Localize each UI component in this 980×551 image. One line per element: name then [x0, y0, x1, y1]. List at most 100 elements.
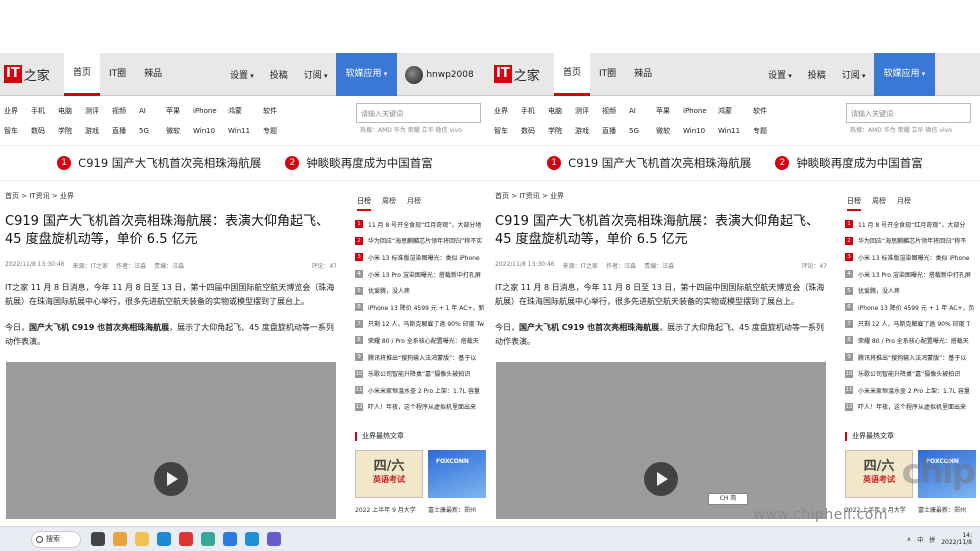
tray-chevron-icon[interactable]: ∧ — [907, 536, 911, 543]
cat-link[interactable]: 电脑 — [58, 106, 85, 116]
cat-link[interactable]: AI — [139, 107, 166, 115]
edge-icon[interactable] — [245, 532, 259, 546]
rank-list-item[interactable]: 4 小米 13 Pro 渲染图曝光：搭载新中打孔屏 — [355, 266, 484, 283]
search-input[interactable]: 请输入关键词 — [846, 103, 971, 123]
task-view-icon[interactable] — [91, 532, 105, 546]
breadcrumb[interactable]: 首页 > IT资讯 > 业界 — [5, 191, 74, 201]
file-explorer-icon[interactable] — [135, 532, 149, 546]
cat-link[interactable]: 电脑 — [548, 106, 575, 116]
cat-link[interactable]: 5G — [629, 127, 656, 135]
rank-list-item[interactable]: 10 乐歌公司智能升降桌“嘉”摄像头被拍识 — [355, 365, 484, 382]
rank-list-item[interactable]: 11 小米米家恒温水壶 2 Pro 上架：1.7L 容量 — [355, 382, 484, 399]
nav-it-circle[interactable]: IT圈 — [590, 53, 625, 96]
cat-link[interactable]: Win11 — [718, 127, 753, 135]
cat-link[interactable]: 手机 — [521, 106, 548, 116]
app-icon[interactable] — [201, 532, 215, 546]
rank-list-item[interactable]: 7 只剩 12 人，马斯克解雇了逾 90% 印度 T — [845, 316, 974, 333]
app-icon[interactable] — [223, 532, 237, 546]
nav-settings[interactable]: 设置 — [222, 68, 262, 81]
apps-button[interactable]: 软媒应用 — [873, 53, 936, 96]
rank-list-item[interactable]: 1 11 月 8 号开全食现“红月奇观”，大部分地 — [355, 216, 484, 233]
rank-list-item[interactable]: 5 优爱腾，没人疼 — [845, 282, 974, 299]
nav-home[interactable]: 首页 — [554, 53, 591, 96]
cat-link[interactable]: 业界 — [494, 106, 521, 116]
rank-list-item[interactable]: 6 iPhone 13 降价 4599 元 + 1 年 AC+，负 — [845, 299, 974, 316]
cat-link[interactable]: 游戏 — [85, 126, 112, 136]
cat-link[interactable]: 手机 — [31, 106, 58, 116]
video-player[interactable] — [6, 362, 336, 519]
cat-link[interactable]: 数码 — [31, 126, 58, 136]
rank-list-item[interactable]: 3 小米 13 标准版渲染图曝光：类似 iPhone — [845, 249, 974, 266]
cat-link[interactable]: 智车 — [4, 126, 31, 136]
cat-link[interactable]: 业界 — [4, 106, 31, 116]
edge-icon[interactable] — [157, 532, 171, 546]
rank-list-item[interactable]: 5 优爱腾，没人疼 — [355, 282, 484, 299]
cat-link[interactable]: 直播 — [602, 126, 629, 136]
rank-list-item[interactable]: 8 荣耀 80 / Pro 全系核心配置曝光：搭载天 — [355, 332, 484, 349]
rank-list-item[interactable]: 12 吓人！年夜，这个程序从虚拟机里面出来 — [845, 399, 974, 416]
rank-list-item[interactable]: 9 腾讯将推出“搜狗输入法鸿蒙版”：基于以 — [845, 349, 974, 366]
cat-link[interactable]: 微软 — [166, 126, 193, 136]
hot-searches[interactable]: 热搜：AMD 华为 荣耀 立华 微信 vivo — [360, 125, 462, 134]
tab-daily[interactable]: 日榜 — [357, 196, 371, 211]
cat-link[interactable]: Win10 — [683, 127, 718, 135]
tab-weekly[interactable]: 周榜 — [872, 196, 886, 211]
tray-language[interactable]: 中 — [917, 535, 923, 544]
rank-list-item[interactable]: 4 小米 13 Pro 渲染图曝光：搭载新中打孔屏 — [845, 266, 974, 283]
cat-link[interactable]: 鸿蒙 — [228, 106, 263, 116]
rank-list-item[interactable]: 3 小米 13 标准版渲染图曝光：类似 iPhone — [355, 249, 484, 266]
headline-item[interactable]: 2 钟睒睒再度成为中国首富 — [285, 155, 433, 171]
cat-link[interactable]: 软件 — [263, 106, 290, 116]
app-icon[interactable] — [113, 532, 127, 546]
cat-link[interactable]: AI — [629, 107, 656, 115]
nav-it-circle[interactable]: IT圈 — [100, 53, 135, 96]
breadcrumb[interactable]: 首页 > IT资讯 > 业界 — [495, 191, 564, 201]
nav-subscribe[interactable]: 订阅 — [296, 68, 336, 81]
app-icon[interactable] — [267, 532, 281, 546]
cat-link[interactable]: 直播 — [112, 126, 139, 136]
thumbnail-foxconn[interactable]: FOXCONN — [428, 450, 486, 498]
cat-link[interactable]: 测评 — [85, 106, 112, 116]
play-icon[interactable] — [154, 462, 188, 496]
comment-count[interactable]: 评论：47 — [801, 261, 827, 270]
thumbnail-exam[interactable]: 四/六 英语考试 — [355, 450, 423, 498]
cat-link[interactable]: 微软 — [656, 126, 683, 136]
cat-link[interactable]: 智车 — [494, 126, 521, 136]
cat-link[interactable]: 专题 — [263, 126, 290, 136]
rank-list-item[interactable]: 8 荣耀 80 / Pro 全系核心配置曝光：搭载天 — [845, 332, 974, 349]
cat-link[interactable]: Win11 — [228, 127, 263, 135]
taskbar-search[interactable]: 搜索 — [31, 530, 81, 548]
cat-link[interactable]: 专题 — [753, 126, 780, 136]
ithome-logo[interactable]: IT 之家 — [4, 64, 50, 84]
cat-link[interactable]: 苹果 — [656, 106, 683, 116]
nav-submit[interactable]: 投稿 — [262, 68, 296, 81]
video-player[interactable] — [496, 362, 826, 519]
tab-monthly[interactable]: 月榜 — [897, 196, 911, 211]
apps-button[interactable]: 软媒应用 — [335, 53, 398, 96]
nav-subscribe[interactable]: 订阅 — [834, 68, 874, 81]
rank-list-item[interactable]: 6 iPhone 13 降价 4599 元 + 1 年 AC+，新 — [355, 299, 484, 316]
cat-link[interactable]: Win10 — [193, 127, 228, 135]
rank-list-item[interactable]: 11 小米米家恒温水壶 2 Pro 上架：1.7L 容量 — [845, 382, 974, 399]
cat-link[interactable]: 5G — [139, 127, 166, 135]
rank-list-item[interactable]: 9 腾讯将推出“搜狗输入法鸿蒙版”：基于以 — [355, 349, 484, 366]
rank-list-item[interactable]: 12 吓人！年夜，这个程序从虚拟机里面出来 — [355, 399, 484, 416]
hot-searches[interactable]: 热搜：AMD 华为 荣耀 立华 微信 vivo — [850, 125, 952, 134]
cat-link[interactable]: 学院 — [548, 126, 575, 136]
rank-list-item[interactable]: 2 华为回应“海思麒麟芯片领年将回归”称不实 — [355, 233, 484, 250]
comment-count[interactable]: 评论：47 — [311, 261, 337, 270]
ime-indicator[interactable]: CH 简 — [708, 493, 748, 505]
thumb-caption[interactable]: 富士康最新：郑州 — [428, 505, 490, 514]
ithome-logo[interactable]: IT 之家 — [494, 64, 540, 84]
nav-submit[interactable]: 投稿 — [800, 68, 834, 81]
headline-item[interactable]: 2 钟睒睒再度成为中国首富 — [775, 155, 923, 171]
nav-lapin[interactable]: 辣品 — [135, 53, 171, 96]
rank-list-item[interactable]: 1 11 月 8 号开全食现“红月奇观”，大部分 — [845, 216, 974, 233]
cat-link[interactable]: iPhone — [193, 107, 228, 115]
nav-home[interactable]: 首页 — [64, 53, 101, 96]
play-icon[interactable] — [644, 462, 678, 496]
tab-monthly[interactable]: 月榜 — [407, 196, 421, 211]
rank-list-item[interactable]: 7 只剩 12 人，马斯克解雇了逾 90% 印度 Tw — [355, 316, 484, 333]
cat-link[interactable]: 视频 — [112, 106, 139, 116]
cat-link[interactable]: 学院 — [58, 126, 85, 136]
